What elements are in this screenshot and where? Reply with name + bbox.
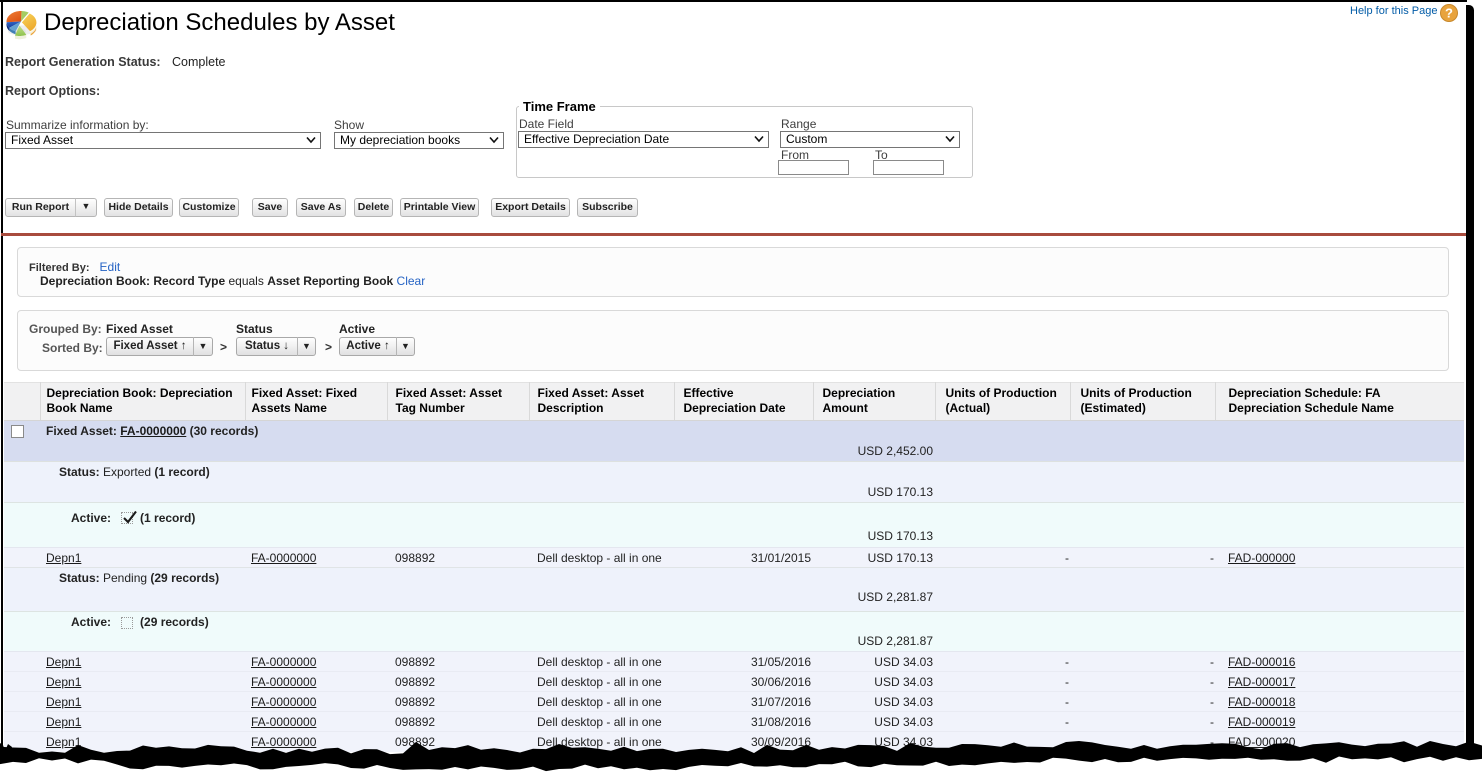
svg-text:?: ? bbox=[1445, 6, 1453, 21]
